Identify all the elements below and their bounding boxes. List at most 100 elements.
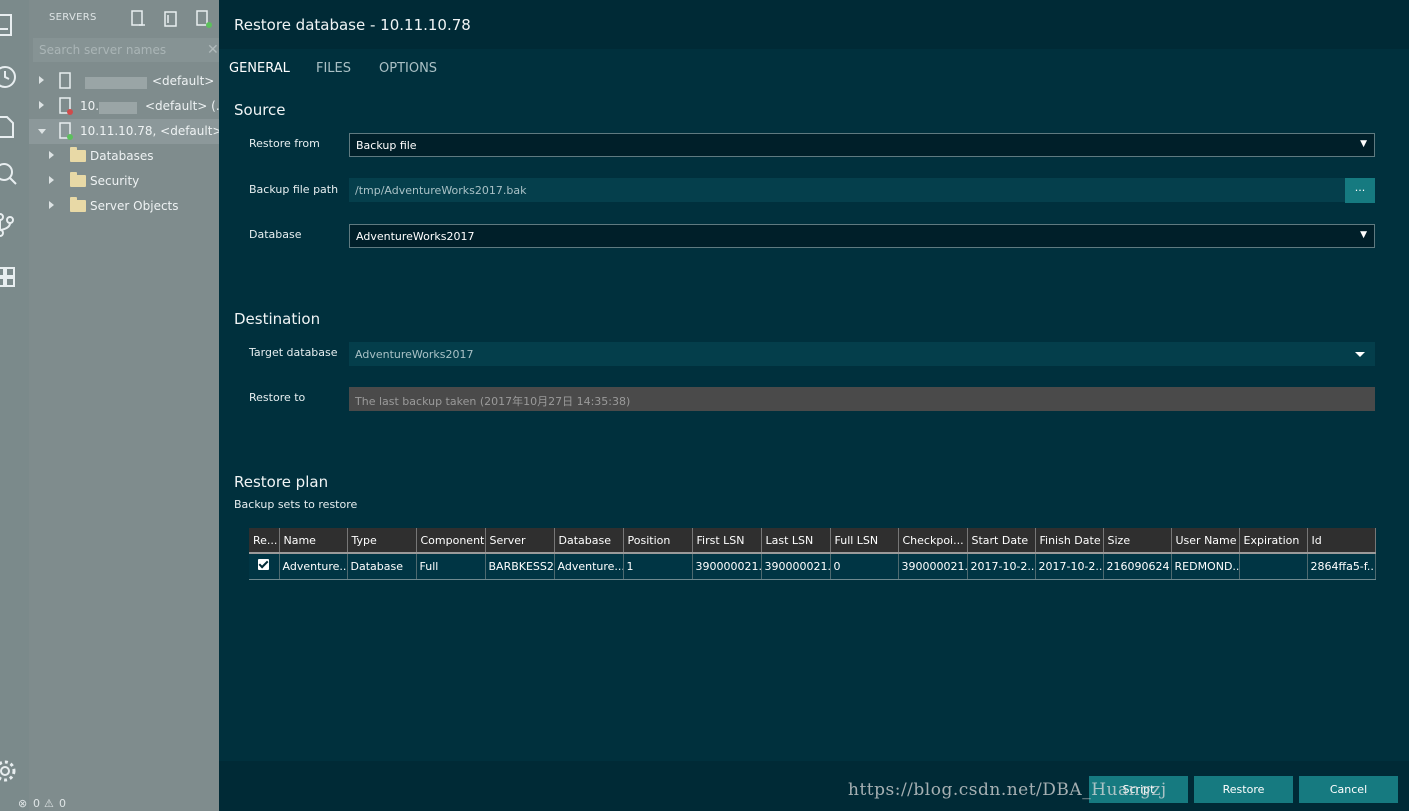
column-header[interactable]: Full LSN (830, 528, 899, 554)
table-cell: 1 (623, 553, 693, 580)
table-cell: Adventure... (554, 553, 624, 580)
table-cell (1239, 553, 1308, 580)
table-cell: Database (347, 553, 417, 580)
column-header[interactable]: Size (1103, 528, 1172, 554)
table-cell: REDMOND... (1171, 553, 1240, 580)
redacted-server-name (99, 101, 137, 114)
destination-heading: Destination (234, 310, 321, 328)
backup-sets-label: Backup sets to restore (234, 498, 358, 511)
backup-sets-table: Re... Name Type Component Server Databas… (249, 528, 1376, 580)
restore-to-input: The last backup taken (2017年10月27日 14:35… (349, 387, 1375, 411)
warning-count: 0 (59, 797, 66, 810)
dialog-title-bar: Restore database - 10.11.10.78 (219, 0, 1409, 49)
column-header[interactable]: Server (485, 528, 555, 554)
table-cell: 390000021... (761, 553, 831, 580)
new-connection-icon[interactable] (130, 9, 148, 29)
status-bar: ⊗ 0 ⚠ 0 (0, 797, 219, 811)
server-label: <default> (... (145, 99, 219, 113)
error-icon[interactable]: ⊗ (18, 797, 27, 810)
new-server-group-icon[interactable] (163, 9, 181, 29)
dialog-title: Restore database - 10.11.10.78 (234, 16, 471, 34)
column-header[interactable]: Database (554, 528, 624, 554)
column-header[interactable]: Start Date (967, 528, 1036, 554)
database-select[interactable]: AdventureWorks2017 ▼ (349, 224, 1375, 248)
table-cell: Full (416, 553, 486, 580)
table-cell: 216090624 (1103, 553, 1172, 580)
column-header[interactable]: Type (347, 528, 417, 554)
cancel-button[interactable]: Cancel (1299, 776, 1398, 803)
database-value: AdventureWorks2017 (356, 230, 475, 243)
tree-item-server-objects[interactable]: Server Objects (29, 194, 219, 219)
tree-item-databases[interactable]: Databases (29, 144, 219, 169)
column-header[interactable]: First LSN (692, 528, 762, 554)
server-disconnected-icon (59, 97, 73, 115)
column-header[interactable]: Position (623, 528, 693, 554)
restore-to-value: The last backup taken (2017年10月27日 14:35… (355, 395, 631, 408)
server-icon (59, 72, 73, 90)
restore-button[interactable]: Restore (1194, 776, 1293, 803)
column-header[interactable]: Last LSN (761, 528, 831, 554)
column-header[interactable]: Id (1307, 528, 1376, 554)
tree-item-security[interactable]: Security (29, 169, 219, 194)
activity-bar (0, 0, 29, 811)
backup-path-input[interactable]: /tmp/AdventureWorks2017.bak (349, 178, 1345, 202)
search-icon[interactable] (0, 160, 18, 186)
restore-checkbox[interactable] (258, 559, 269, 571)
dropdown-arrow-icon (1355, 352, 1365, 357)
column-header[interactable]: Expiration (1239, 528, 1308, 554)
tab-general[interactable]: GENERAL (229, 61, 290, 76)
table-cell: BARBKESS2... (485, 553, 555, 580)
expand-arrow-icon[interactable] (49, 176, 54, 184)
restore-checkbox-cell[interactable] (249, 553, 280, 580)
expand-arrow-icon[interactable] (39, 101, 44, 109)
table-cell: 2017-10-2... (1035, 553, 1104, 580)
table-cell: 2864ffa5-f... (1307, 553, 1376, 580)
column-header[interactable]: Component (416, 528, 486, 554)
expand-arrow-icon[interactable] (49, 201, 54, 209)
target-database-label: Target database (249, 346, 338, 359)
history-icon[interactable] (0, 64, 18, 90)
table-cell: 390000021... (898, 553, 968, 580)
target-database-select[interactable]: AdventureWorks2017 (349, 342, 1375, 366)
error-count: 0 (33, 797, 40, 810)
restore-from-select[interactable]: Backup file ▼ (349, 133, 1375, 157)
search-input[interactable] (33, 38, 219, 62)
source-control-icon[interactable] (0, 212, 18, 238)
file-icon[interactable] (0, 114, 18, 140)
warning-icon[interactable]: ⚠ (44, 797, 54, 810)
servers-icon[interactable] (0, 12, 18, 38)
column-header[interactable]: Re... (249, 528, 280, 554)
folder-icon (70, 172, 86, 187)
table-row[interactable]: Adventure... Database Full BARBKESS2... … (249, 553, 1376, 580)
server-connected-icon (59, 122, 73, 140)
expand-arrow-icon[interactable] (49, 151, 54, 159)
servers-header: SERVERS (49, 12, 97, 23)
column-header[interactable]: Checkpoi... (898, 528, 968, 554)
table-cell: 0 (830, 553, 899, 580)
database-label: Database (249, 228, 302, 241)
column-header[interactable]: Finish Date (1035, 528, 1104, 554)
expand-arrow-icon[interactable] (39, 76, 44, 84)
column-header[interactable]: Name (279, 528, 348, 554)
restore-from-label: Restore from (249, 137, 320, 150)
column-header[interactable]: User Name (1171, 528, 1240, 554)
tab-options[interactable]: OPTIONS (379, 61, 437, 76)
restore-to-label: Restore to (249, 391, 306, 404)
tree-item-label: Server Objects (90, 199, 179, 213)
backup-path-label: Backup file path (249, 183, 339, 196)
gear-icon[interactable] (0, 758, 18, 784)
tab-files[interactable]: FILES (316, 61, 351, 76)
browse-button[interactable]: ... (1345, 178, 1375, 203)
server-node[interactable]: <default> ... (29, 69, 219, 94)
collapse-arrow-icon[interactable] (38, 129, 46, 134)
server-node-active[interactable]: 10.11.10.78, <default> ... (29, 119, 219, 144)
active-connections-icon[interactable] (195, 9, 213, 29)
dropdown-arrow-icon: ▼ (1360, 139, 1367, 149)
script-button[interactable]: Script (1089, 776, 1188, 803)
tree-item-label: Databases (90, 149, 154, 163)
clear-search-icon[interactable]: ✕ (207, 42, 219, 58)
server-node[interactable]: 10. <default> (... (29, 94, 219, 119)
extensions-icon[interactable] (0, 264, 18, 290)
restore-dialog: Restore database - 10.11.10.78 GENERAL F… (219, 0, 1409, 811)
table-header-row: Re... Name Type Component Server Databas… (249, 528, 1376, 554)
